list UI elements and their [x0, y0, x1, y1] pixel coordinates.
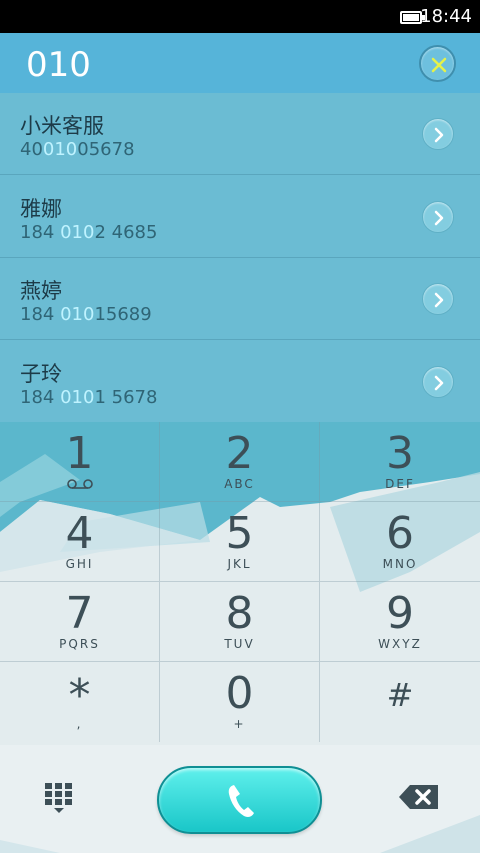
chevron-right-icon — [434, 292, 444, 308]
contact-phone: 4001005678 — [20, 139, 135, 160]
contact-phone: 184 0101 5678 — [20, 387, 158, 408]
contact-name: 小米客服 — [20, 114, 104, 138]
key-digit: 3 — [386, 428, 414, 479]
contact-name: 子玲 — [20, 362, 62, 386]
backspace-icon — [399, 785, 438, 809]
dialpad-grid-icon — [45, 783, 72, 813]
key-letters: ABC — [224, 477, 255, 491]
key-0[interactable]: 0 + — [160, 662, 320, 742]
list-item[interactable]: 小米客服 4001005678 — [0, 93, 480, 175]
clear-x-icon — [431, 57, 447, 73]
clear-button[interactable] — [419, 45, 456, 82]
contact-detail-button[interactable] — [422, 283, 454, 315]
status-time: 18:44 — [420, 6, 472, 27]
call-button[interactable] — [157, 766, 322, 834]
dialpad-toggle-button[interactable] — [42, 781, 76, 815]
contact-name: 雅娜 — [20, 197, 62, 221]
backspace-button[interactable] — [398, 783, 440, 811]
key-digit: 5 — [225, 508, 254, 559]
contact-results-list: 小米客服 4001005678 雅娜 184 0102 4685 燕婷 184 … — [0, 93, 480, 422]
key-letters: , — [76, 717, 83, 731]
chevron-right-icon — [434, 375, 444, 391]
dial-keypad: 1 2 ABC 3 DEF 4 GHI 5 JKL 6 MNO 7 PQRS 8… — [0, 422, 480, 745]
key-letters: PQRS — [59, 637, 100, 651]
voicemail-icon — [67, 479, 93, 489]
key-letters: WXYZ — [378, 637, 422, 651]
key-5[interactable]: 5 JKL — [160, 502, 320, 582]
contact-detail-button[interactable] — [422, 366, 454, 398]
list-item[interactable]: 子玲 184 0101 5678 — [0, 341, 480, 423]
contact-phone: 184 01015689 — [20, 304, 152, 325]
key-digit: 0 — [225, 668, 254, 719]
list-item[interactable]: 燕婷 184 01015689 — [0, 258, 480, 340]
contact-phone: 184 0102 4685 — [20, 222, 158, 243]
key-letters: JKL — [227, 557, 252, 571]
chevron-right-icon — [434, 127, 444, 143]
contact-name: 燕婷 — [20, 279, 62, 303]
action-bar — [0, 745, 480, 853]
key-3[interactable]: 3 DEF — [320, 422, 480, 502]
key-digit: 4 — [65, 508, 94, 559]
key-digit: 1 — [65, 428, 94, 479]
status-bar: 18:44 — [0, 0, 480, 33]
key-6[interactable]: 6 MNO — [320, 502, 480, 582]
contact-detail-button[interactable] — [422, 118, 454, 150]
key-letters: GHI — [65, 557, 94, 571]
key-hash[interactable]: # — [320, 662, 480, 742]
key-4[interactable]: 4 GHI — [0, 502, 160, 582]
battery-icon — [400, 11, 425, 24]
key-digit: # — [386, 676, 414, 714]
key-2[interactable]: 2 ABC — [160, 422, 320, 502]
key-star[interactable]: * , — [0, 662, 160, 742]
key-8[interactable]: 8 TUV — [160, 582, 320, 662]
key-digit: * — [68, 670, 91, 721]
key-1[interactable]: 1 — [0, 422, 160, 502]
key-digit: 7 — [65, 588, 94, 639]
key-7[interactable]: 7 PQRS — [0, 582, 160, 662]
key-digit: 9 — [386, 588, 414, 639]
key-letters: MNO — [382, 557, 418, 571]
chevron-right-icon — [434, 210, 444, 226]
key-digit: 6 — [386, 508, 414, 559]
list-item[interactable]: 雅娜 184 0102 4685 — [0, 176, 480, 258]
key-9[interactable]: 9 WXYZ — [320, 582, 480, 662]
key-letters: DEF — [385, 477, 415, 491]
dial-header: 010 — [0, 33, 480, 93]
dialed-number[interactable]: 010 — [26, 45, 91, 85]
phone-icon — [228, 785, 254, 817]
key-letters: + — [233, 717, 246, 731]
key-letters: TUV — [224, 637, 255, 651]
key-digit: 2 — [225, 428, 254, 479]
key-digit: 8 — [225, 588, 254, 639]
contact-detail-button[interactable] — [422, 201, 454, 233]
